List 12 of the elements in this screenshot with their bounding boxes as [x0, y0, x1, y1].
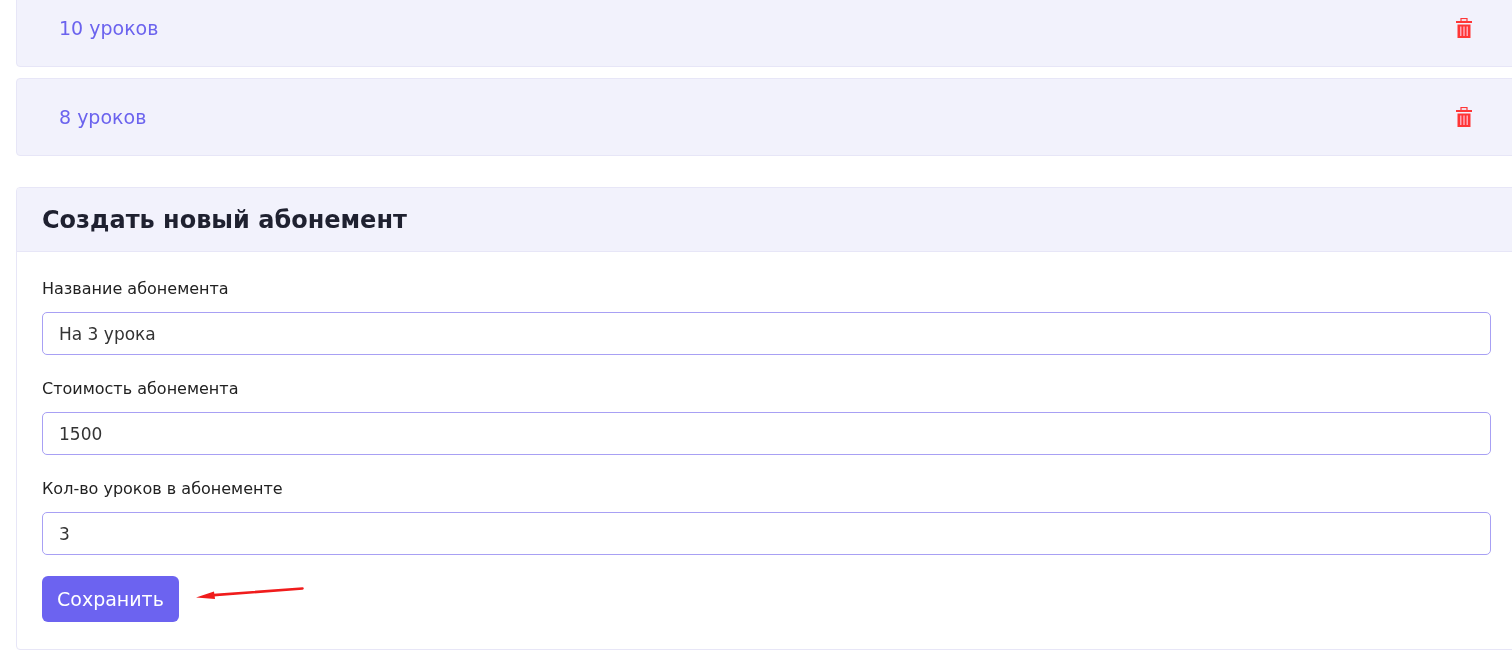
input-field[interactable]: 3	[42, 512, 1491, 555]
form-title: Создать новый абонемент	[42, 205, 407, 234]
trash-icon[interactable]	[1456, 18, 1472, 38]
save-button[interactable]: Сохранить	[42, 576, 179, 622]
field-label: Стоимость абонемента	[42, 379, 240, 399]
trash-icon[interactable]	[1456, 107, 1472, 127]
subscription-link[interactable]: 10 уроков	[59, 17, 159, 39]
subscription-link[interactable]: 8 уроков	[59, 106, 147, 128]
input-field[interactable]: На 3 урока	[42, 312, 1491, 355]
input-field[interactable]: 1500	[42, 412, 1491, 455]
field-label: Кол-во уроков в абонементе	[42, 479, 284, 499]
field-label: Название абонемента	[42, 279, 230, 299]
